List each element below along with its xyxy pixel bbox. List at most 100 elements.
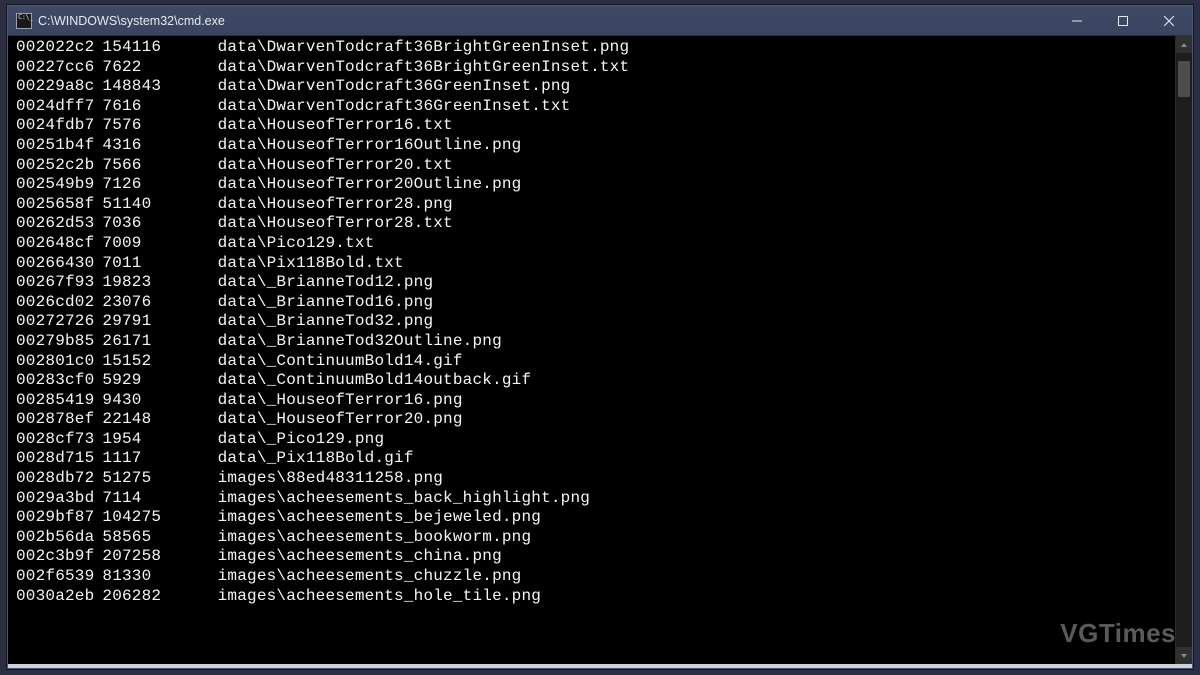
col-address: 00267f93 xyxy=(16,273,102,293)
window-controls xyxy=(1054,6,1192,35)
col-path: data\DwarvenTodcraft36BrightGreenInset.p… xyxy=(218,38,630,56)
col-path: data\_BrianneTod32Outline.png xyxy=(218,332,502,350)
cmd-icon xyxy=(16,13,32,29)
col-path: data\_BrianneTod12.png xyxy=(218,273,434,291)
output-line: 002648cf7009data\Pico129.txt xyxy=(16,234,1175,254)
col-path: data\Pix118Bold.txt xyxy=(218,254,404,272)
col-size: 51275 xyxy=(102,469,217,489)
col-address: 00285419 xyxy=(16,391,102,411)
col-size: 104275 xyxy=(102,508,217,528)
output-line: 00283cf05929data\_ContinuumBold14outback… xyxy=(16,371,1175,391)
col-size: 7616 xyxy=(102,97,217,117)
col-address: 00227cc6 xyxy=(16,58,102,78)
col-path: images\acheesements_chuzzle.png xyxy=(218,567,522,585)
col-size: 7036 xyxy=(102,214,217,234)
col-path: data\_BrianneTod16.png xyxy=(218,293,434,311)
col-address: 00252c2b xyxy=(16,156,102,176)
col-size: 206282 xyxy=(102,587,217,607)
col-path: data\Pico129.txt xyxy=(218,234,375,252)
col-path: data\DwarvenTodcraft36GreenInset.png xyxy=(218,77,571,95)
col-address: 00262d53 xyxy=(16,214,102,234)
col-address: 002f6539 xyxy=(16,567,102,587)
chevron-down-icon xyxy=(1180,652,1188,660)
titlebar[interactable]: C:\WINDOWS\system32\cmd.exe xyxy=(8,6,1192,36)
window-title: C:\WINDOWS\system32\cmd.exe xyxy=(38,14,1054,28)
output-line: 0029bf87104275images\acheesements_bejewe… xyxy=(16,508,1175,528)
col-address: 00272726 xyxy=(16,312,102,332)
output-line: 00279b8526171data\_BrianneTod32Outline.p… xyxy=(16,332,1175,352)
col-size: 23076 xyxy=(102,293,217,313)
col-address: 002878ef xyxy=(16,410,102,430)
chevron-up-icon xyxy=(1180,41,1188,49)
col-path: images\acheesements_china.png xyxy=(218,547,502,565)
col-size: 81330 xyxy=(102,567,217,587)
col-size: 7126 xyxy=(102,175,217,195)
scrollbar-thumb[interactable] xyxy=(1178,61,1190,97)
output-line: 0024fdb77576data\HouseofTerror16.txt xyxy=(16,116,1175,136)
col-path: data\_BrianneTod32.png xyxy=(218,312,434,330)
cmd-window: C:\WINDOWS\system32\cmd.exe 002022c21541… xyxy=(7,5,1193,669)
console-output[interactable]: 002022c2154116data\DwarvenTodcraft36Brig… xyxy=(8,36,1175,664)
col-path: data\_Pico129.png xyxy=(218,430,385,448)
col-size: 7622 xyxy=(102,58,217,78)
col-address: 002801c0 xyxy=(16,352,102,372)
col-path: data\HouseofTerror28.txt xyxy=(218,214,453,232)
col-address: 0028db72 xyxy=(16,469,102,489)
col-size: 7009 xyxy=(102,234,217,254)
col-path: data\DwarvenTodcraft36BrightGreenInset.t… xyxy=(218,58,630,76)
col-path: data\HouseofTerror20.txt xyxy=(218,156,453,174)
col-address: 0030a2eb xyxy=(16,587,102,607)
col-path: data\_Pix118Bold.gif xyxy=(218,449,414,467)
col-path: data\_HouseofTerror16.png xyxy=(218,391,463,409)
col-size: 5929 xyxy=(102,371,217,391)
close-button[interactable] xyxy=(1146,6,1192,35)
output-line: 00229a8c148843data\DwarvenTodcraft36Gree… xyxy=(16,77,1175,97)
col-address: 0028cf73 xyxy=(16,430,102,450)
col-path: data\HouseofTerror28.png xyxy=(218,195,453,213)
col-address: 0029bf87 xyxy=(16,508,102,528)
output-line: 002f653981330images\acheesements_chuzzle… xyxy=(16,567,1175,587)
col-address: 00229a8c xyxy=(16,77,102,97)
output-line: 002b56da58565images\acheesements_bookwor… xyxy=(16,528,1175,548)
output-line: 0028db7251275images\88ed48311258.png xyxy=(16,469,1175,489)
col-size: 4316 xyxy=(102,136,217,156)
col-path: data\HouseofTerror16Outline.png xyxy=(218,136,522,154)
output-line: 002854199430data\_HouseofTerror16.png xyxy=(16,391,1175,411)
col-size: 1954 xyxy=(102,430,217,450)
col-path: data\_HouseofTerror20.png xyxy=(218,410,463,428)
output-line: 0024dff77616data\DwarvenTodcraft36GreenI… xyxy=(16,97,1175,117)
output-line: 0030a2eb206282images\acheesements_hole_t… xyxy=(16,587,1175,607)
col-size: 22148 xyxy=(102,410,217,430)
col-size: 29791 xyxy=(102,312,217,332)
bottom-border xyxy=(8,664,1192,668)
col-address: 0024fdb7 xyxy=(16,116,102,136)
col-address: 002b56da xyxy=(16,528,102,548)
col-path: data\_ContinuumBold14outback.gif xyxy=(218,371,532,389)
col-address: 00279b85 xyxy=(16,332,102,352)
col-address: 00266430 xyxy=(16,254,102,274)
col-size: 154116 xyxy=(102,38,217,58)
output-line: 00251b4f4316data\HouseofTerror16Outline.… xyxy=(16,136,1175,156)
col-path: images\acheesements_back_highlight.png xyxy=(218,489,590,507)
output-line: 002549b97126data\HouseofTerror20Outline.… xyxy=(16,175,1175,195)
output-line: 00252c2b7566data\HouseofTerror20.txt xyxy=(16,156,1175,176)
scroll-down-button[interactable] xyxy=(1176,647,1192,664)
minimize-button[interactable] xyxy=(1054,6,1100,35)
scroll-up-button[interactable] xyxy=(1176,36,1192,53)
output-line: 0028d7151117data\_Pix118Bold.gif xyxy=(16,449,1175,469)
col-path: images\88ed48311258.png xyxy=(218,469,443,487)
output-line: 002c3b9f207258images\acheesements_china.… xyxy=(16,547,1175,567)
col-address: 0029a3bd xyxy=(16,489,102,509)
output-line: 0029a3bd7114images\acheesements_back_hig… xyxy=(16,489,1175,509)
col-size: 58565 xyxy=(102,528,217,548)
scrollbar-track[interactable] xyxy=(1176,53,1192,647)
col-address: 002549b9 xyxy=(16,175,102,195)
output-line: 002022c2154116data\DwarvenTodcraft36Brig… xyxy=(16,38,1175,58)
maximize-button[interactable] xyxy=(1100,6,1146,35)
output-line: 0027272629791data\_BrianneTod32.png xyxy=(16,312,1175,332)
col-address: 0028d715 xyxy=(16,449,102,469)
col-address: 00283cf0 xyxy=(16,371,102,391)
col-path: data\_ContinuumBold14.gif xyxy=(218,352,463,370)
output-line: 00262d537036data\HouseofTerror28.txt xyxy=(16,214,1175,234)
vertical-scrollbar[interactable] xyxy=(1175,36,1192,664)
